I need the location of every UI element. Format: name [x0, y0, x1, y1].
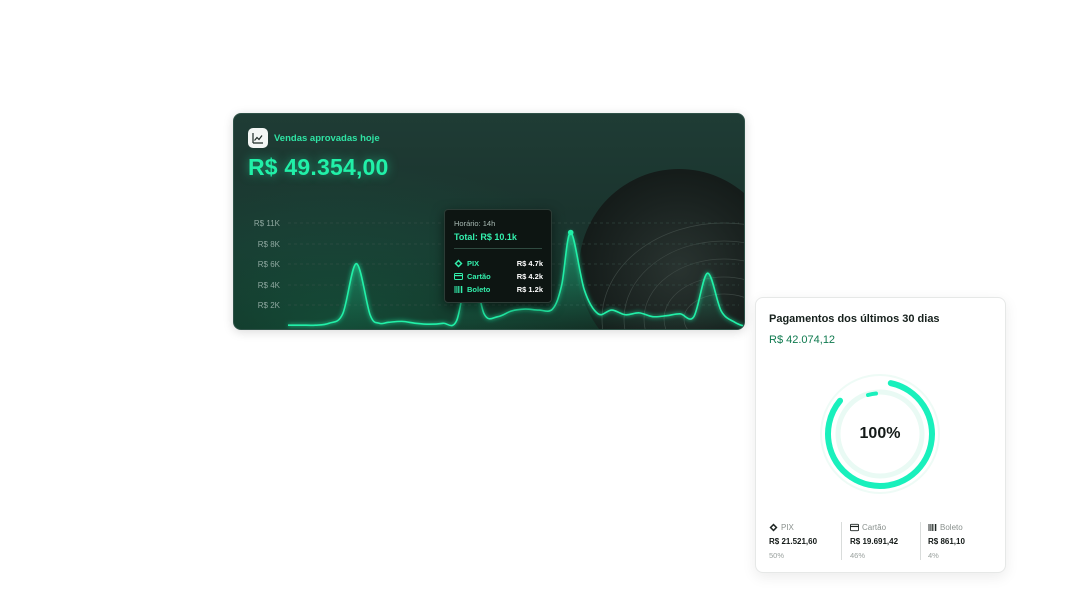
tooltip-value: R$ 1.2k: [516, 284, 543, 294]
barcode-icon: [928, 523, 937, 532]
sales-total: R$ 49.354,00: [248, 154, 389, 180]
chart-icon: [248, 128, 268, 148]
tooltip-value: R$ 4.2k: [516, 271, 543, 281]
tooltip-hour: Horário: 14h: [454, 219, 496, 228]
payment-method-cartao: Cartão R$ 19.691,42 46%: [850, 523, 898, 560]
pix-icon: [769, 523, 778, 532]
method-label: PIX: [781, 523, 794, 532]
tooltip-label: PIX: [467, 258, 480, 268]
chart-tooltip: Horário: 14h Total: R$ 10.1k PIX R$ 4.7k…: [444, 209, 552, 303]
sales-today-card: Vendas aprovadas hoje R$ 49.354,00 R$ 11…: [233, 113, 745, 330]
method-divider: [920, 522, 921, 560]
payments-card: Pagamentos dos últimos 30 dias R$ 42.074…: [755, 297, 1006, 573]
tooltip-row-cartao: Cartão R$ 4.2k: [454, 270, 543, 282]
tooltip-value: R$ 4.7k: [516, 258, 543, 268]
tooltip-row-pix: PIX R$ 4.7k: [454, 257, 543, 269]
tooltip-divider: [454, 248, 542, 249]
y-tick-label: R$ 11K: [253, 219, 280, 228]
payments-total: R$ 42.074,12: [769, 334, 836, 346]
donut-percent-label: 100%: [859, 425, 901, 442]
method-amount: R$ 21.521,60: [769, 537, 818, 546]
y-tick-label: R$ 8K: [257, 240, 280, 249]
payment-method-pix: PIX R$ 21.521,60 50%: [769, 523, 817, 560]
card-icon: [454, 272, 463, 281]
method-percent: 46%: [850, 551, 866, 560]
sales-card-header: Vendas aprovadas hoje: [248, 128, 380, 148]
method-amount: R$ 19.691,42: [850, 537, 899, 546]
y-tick-label: R$ 4K: [257, 281, 280, 290]
payments-title: Pagamentos dos últimos 30 dias: [769, 313, 940, 325]
method-label: Cartão: [862, 523, 887, 532]
payment-method-boleto: Boleto R$ 861,10 4%: [928, 523, 965, 560]
card-icon: [850, 523, 859, 532]
y-tick-label: R$ 2K: [257, 301, 280, 310]
method-divider: [841, 522, 842, 560]
tooltip-row-boleto: Boleto R$ 1.2k: [454, 283, 543, 295]
method-percent: 50%: [769, 551, 785, 560]
method-label: Boleto: [940, 523, 963, 532]
method-amount: R$ 861,10: [928, 537, 965, 546]
peak-point[interactable]: [567, 229, 574, 236]
y-tick-label: R$ 6K: [257, 260, 280, 269]
tooltip-label: Cartão: [467, 271, 491, 281]
method-percent: 4%: [928, 551, 939, 560]
pix-icon: [454, 259, 463, 268]
barcode-icon: [454, 285, 463, 294]
tooltip-total: Total: R$ 10.1k: [454, 232, 517, 242]
sales-card-title: Vendas aprovadas hoje: [274, 132, 380, 144]
tooltip-label: Boleto: [467, 284, 491, 294]
